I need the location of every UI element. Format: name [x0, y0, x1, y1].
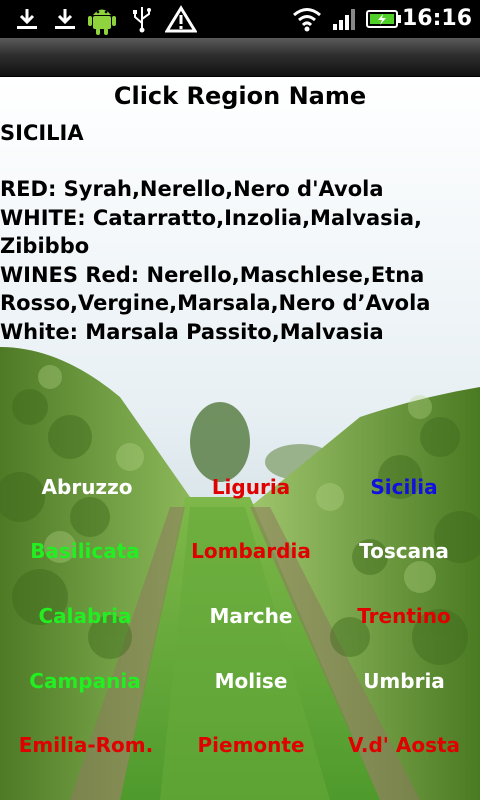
selected-region-info: RED: Syrah,Nerello,Nero d'Avola WHITE: C… — [0, 177, 431, 344]
region-button-basilicata[interactable]: Basilicata — [5, 536, 165, 566]
region-button-trentino[interactable]: Trentino — [324, 601, 480, 631]
region-button-toscana[interactable]: Toscana — [324, 536, 480, 566]
region-button-calabria[interactable]: Calabria — [5, 601, 165, 631]
page-title: Click Region Name — [113, 82, 367, 110]
wifi-icon — [290, 4, 324, 34]
region-button-marche[interactable]: Marche — [171, 601, 331, 631]
region-button-molise[interactable]: Molise — [171, 666, 331, 696]
region-button-lombardia[interactable]: Lombardia — [171, 536, 331, 566]
region-button-liguria[interactable]: Liguria — [171, 472, 331, 502]
warning-icon — [164, 4, 198, 34]
download-icon — [12, 4, 42, 34]
battery-charging-icon — [366, 4, 402, 34]
region-button-umbria[interactable]: Umbria — [324, 666, 480, 696]
region-button-campania[interactable]: Campania — [5, 666, 165, 696]
title-bar — [0, 38, 480, 77]
download-icon — [50, 4, 80, 34]
region-button-piemonte[interactable]: Piemonte — [171, 730, 331, 760]
region-button-abruzzo[interactable]: Abruzzo — [7, 472, 167, 502]
clock: 16:16 — [401, 6, 472, 31]
region-button-sicilia[interactable]: Sicilia — [324, 472, 480, 502]
region-button-emilia-romagna[interactable]: Emilia-Rom. — [6, 730, 166, 760]
usb-icon — [128, 4, 156, 34]
selected-region-name: SICILIA — [0, 121, 84, 145]
main-content: Click Region Name SICILIA RED: Syrah,Ner… — [0, 77, 480, 800]
status-bar: 16:16 — [0, 0, 480, 38]
signal-icon — [330, 4, 360, 34]
android-icon — [86, 4, 118, 35]
region-button-valle-daosta[interactable]: V.d' Aosta — [324, 730, 480, 760]
